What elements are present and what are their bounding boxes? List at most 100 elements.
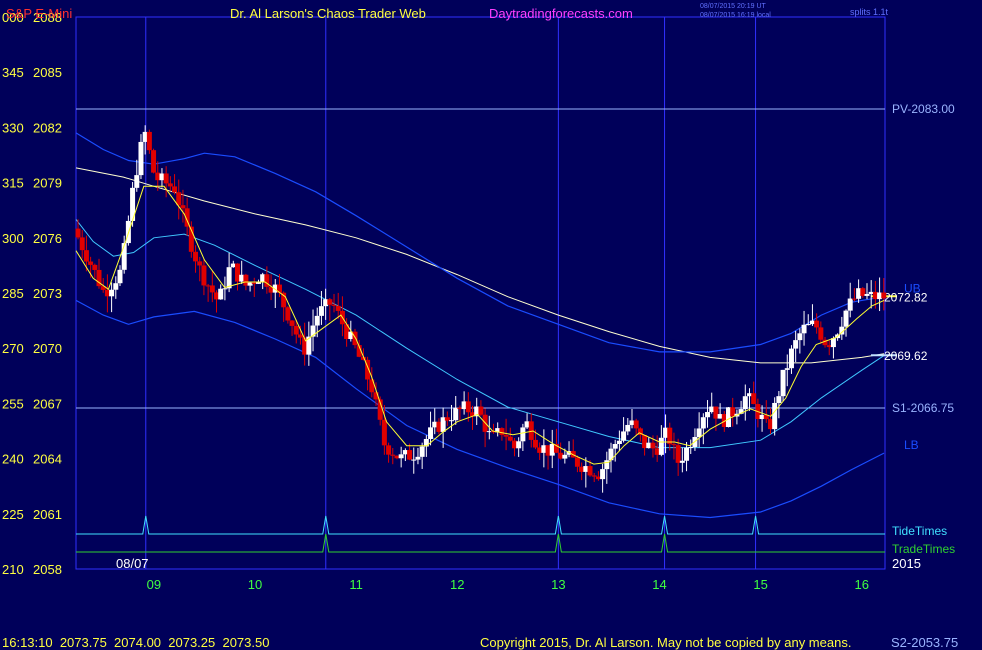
footer-copyright: Copyright 2015, Dr. Al Larson. May not b…: [480, 635, 851, 650]
y-axis-label-left: 255: [2, 396, 24, 411]
price-marker-label: 2072.82: [884, 290, 928, 304]
level-label: PV-2083.00: [892, 102, 955, 116]
price-bar-body: [671, 444, 677, 446]
header-title: Dr. Al Larson's Chaos Trader Web: [230, 6, 426, 21]
price-bar-body: [453, 407, 459, 421]
y-axis-label-left: 345: [2, 65, 24, 80]
price-bar-body: [503, 434, 509, 437]
price-bar-body: [331, 304, 337, 306]
price-bar-body: [151, 150, 157, 173]
price-bar-body: [134, 175, 140, 188]
price-bar-body: [444, 417, 450, 421]
price-marker-label: 2069.62: [884, 349, 928, 363]
price-bar-body: [658, 437, 664, 455]
y-axis-label-left: 315: [2, 176, 24, 191]
price-bar-body: [92, 264, 98, 270]
price-bar-body: [172, 186, 178, 193]
x-axis-label: 13: [551, 577, 565, 592]
y-axis-label-left: 270: [2, 341, 24, 356]
price-bar-body: [465, 401, 471, 413]
price-bar-body: [864, 294, 870, 296]
y-axis-label-left: 225: [2, 507, 24, 522]
price-bar-body: [478, 406, 484, 415]
price-bar-body: [209, 285, 215, 293]
header-site[interactable]: Daytradingforecasts.com: [489, 6, 633, 21]
price-bar-body: [700, 417, 706, 429]
price-bar-body: [801, 324, 807, 334]
price-bar-body: [814, 320, 820, 328]
price-bar-body: [776, 396, 782, 403]
x-axis-label: 15: [753, 577, 767, 592]
price-bar-body: [751, 393, 757, 405]
price-bar-body: [587, 466, 593, 476]
price-bar-body: [784, 368, 790, 370]
price-bar-body: [117, 269, 123, 284]
price-bar-body: [285, 307, 291, 321]
y-axis-label-left: 240: [2, 452, 24, 467]
price-bar-body: [507, 436, 513, 441]
price-bar-body: [793, 340, 799, 349]
price-bar-body: [226, 267, 232, 289]
price-bar-body: [780, 369, 786, 397]
price-bar-body: [574, 457, 580, 467]
price-bar-body: [847, 298, 853, 311]
y-axis-price-label: 2073: [33, 286, 62, 301]
price-bar-body: [75, 228, 81, 238]
price-bar-body: [612, 443, 618, 449]
price-bar-body: [516, 441, 522, 449]
price-bar-body: [381, 419, 387, 446]
price-bar-body: [772, 402, 778, 430]
price-bar-body: [88, 261, 94, 265]
price-bar-body: [318, 306, 324, 316]
price-bar-body: [621, 431, 627, 441]
price-bar-body: [411, 459, 417, 461]
price-bar-body: [696, 428, 702, 438]
y-axis-label-left: 210: [2, 562, 24, 577]
price-bar-body: [167, 183, 173, 187]
price-bar-body: [428, 427, 434, 439]
price-bar-body: [742, 396, 748, 410]
y-axis-price-label: 2085: [33, 65, 62, 80]
chaos-trader-chart: PV-2083.00 S1-2066.75 TideTimes TradeTimes…: [0, 0, 982, 650]
price-bar-body: [684, 447, 690, 461]
price-bar-body: [83, 250, 89, 262]
price-bar-body: [818, 327, 824, 340]
price-bar-body: [289, 320, 295, 326]
price-bar-body: [604, 460, 610, 470]
price-bar-body: [688, 446, 694, 448]
price-bar-body: [705, 412, 711, 418]
price-bar-body: [499, 428, 505, 435]
price-bar-body: [797, 333, 803, 341]
price-bar-body: [201, 265, 207, 286]
price-bar-body: [146, 131, 152, 151]
price-bar-body: [591, 475, 597, 477]
price-bar-body: [390, 454, 396, 456]
y-axis-price-label: 2064: [33, 452, 62, 467]
price-bar-body: [109, 289, 115, 297]
x-axis-label: 16: [855, 577, 869, 592]
price-bar-body: [675, 445, 681, 463]
price-bar-body: [805, 324, 811, 326]
price-bar-body: [335, 305, 341, 311]
price-bar-body: [193, 251, 199, 262]
price-bar-body: [79, 237, 85, 251]
price-bar-body: [314, 315, 320, 326]
date-label: 08/07: [116, 556, 149, 571]
price-bar-body: [255, 282, 261, 284]
price-bar-body: [616, 440, 622, 444]
x-axis-label: 12: [450, 577, 464, 592]
y-axis-price-label: 2067: [33, 396, 62, 411]
price-bar-body: [419, 446, 425, 457]
y-axis-price-label: 2061: [33, 507, 62, 522]
price-bar-body: [600, 469, 606, 480]
header-time-local: 08/07/2015 16:19 local: [700, 12, 771, 19]
price-bar-body: [407, 450, 413, 460]
y-axis-label-left: 300: [2, 231, 24, 246]
y-axis-price-label: 2058: [33, 562, 62, 577]
price-bar-body: [625, 424, 631, 432]
price-bar-body: [138, 141, 144, 176]
timing-label: TideTimes: [892, 524, 947, 538]
price-bar-body: [398, 454, 404, 459]
price-bar-body: [218, 288, 224, 300]
price-bar-body: [881, 292, 887, 299]
